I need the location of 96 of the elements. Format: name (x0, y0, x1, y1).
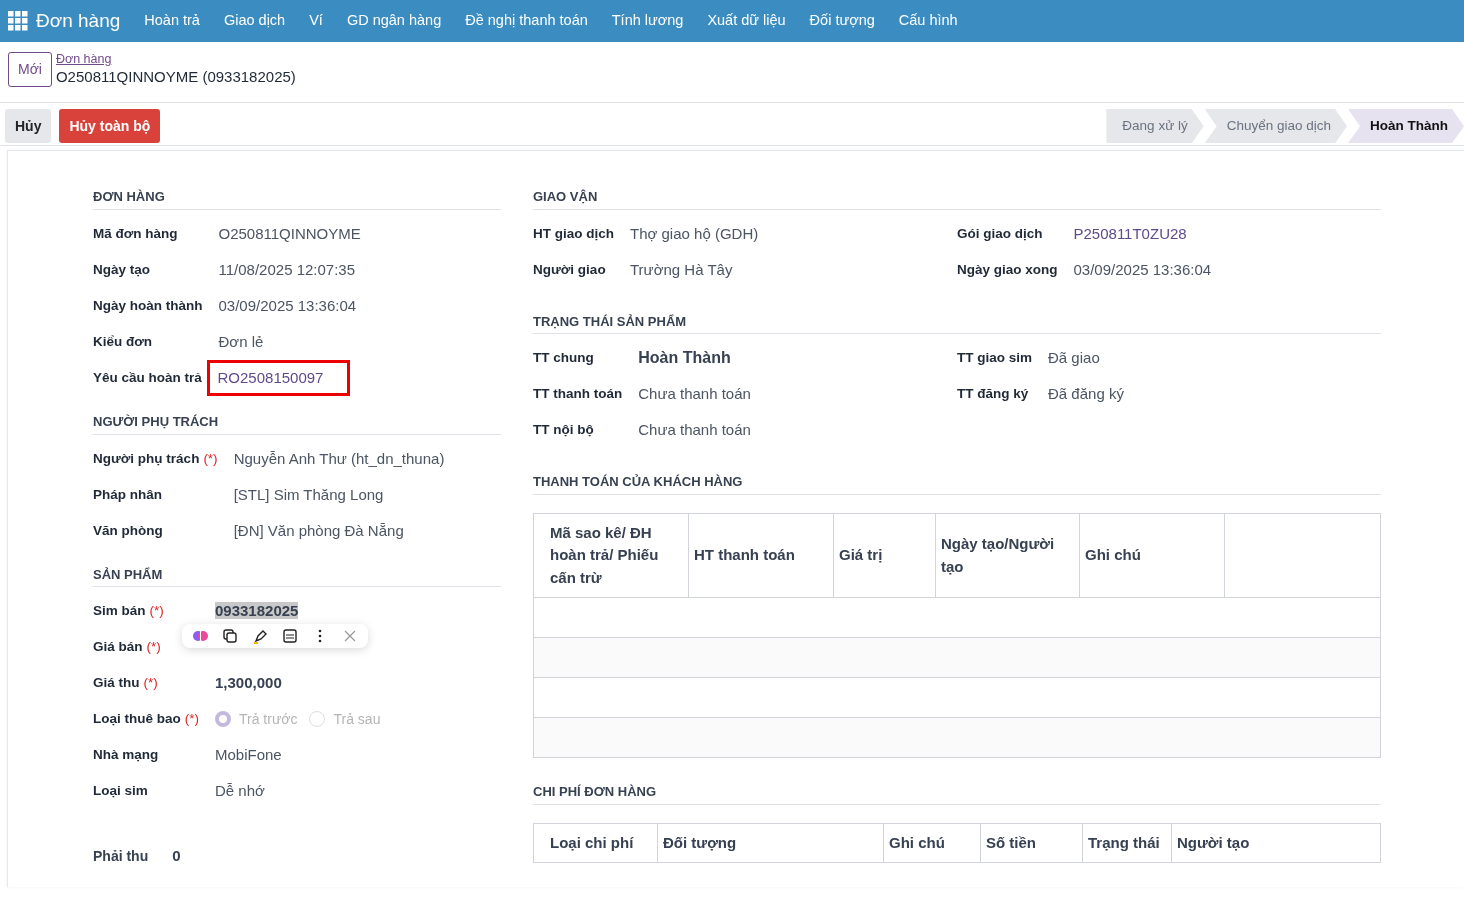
column-header: Số tiền (980, 823, 1083, 863)
brain-icon[interactable] (192, 628, 208, 644)
field-value: Hoàn Thành (638, 349, 731, 367)
field-value: 0 (172, 846, 181, 867)
field-value: Dễ nhớ (215, 782, 265, 799)
field-value: 03/09/2025 13:36:04 (1073, 260, 1212, 278)
section-title: CHI PHÍ ĐƠN HÀNG (533, 782, 1381, 805)
field-label: Nhà mạng (93, 746, 159, 765)
menu-item[interactable]: Cấu hình (898, 10, 958, 32)
required-marker: (*) (184, 710, 199, 729)
field-label: Người giao (533, 260, 606, 279)
field-label: Yêu cầu hoàn trả (93, 368, 202, 387)
menu-item[interactable]: Ví (309, 10, 323, 32)
field-value: Thợ giao hộ (GDH) (630, 224, 759, 242)
field-value: 03/09/2025 13:36:04 (218, 296, 357, 314)
field-value: Nguyễn Anh Thư (ht_dn_thuna) (233, 449, 445, 467)
field-label: Loại sim (93, 782, 148, 801)
field-label: TT đăng ký (957, 385, 1029, 404)
section-title: THANH TOÁN CỦA KHÁCH HÀNG (533, 472, 1381, 495)
field-label: Người phụ trách (93, 449, 200, 468)
field-label: Văn phòng (93, 521, 163, 540)
field-value: O250811QINNOYME (218, 224, 361, 242)
column-header: Giá trị (833, 513, 936, 598)
field-value: Chưa thanh toán (638, 421, 751, 438)
field-label: Ngày hoàn thành (93, 296, 203, 315)
field-link[interactable]: RO2508150097 (206, 359, 351, 397)
column-header: HT thanh toán (688, 513, 834, 598)
field-value: Đã giao (1048, 349, 1100, 366)
column-header: Ghi chú (883, 823, 981, 863)
field-value: Đã đăng ký (1048, 385, 1124, 402)
section-title: NGƯỜI PHỤ TRÁCH (93, 412, 501, 435)
field-label: TT giao sim (957, 349, 1032, 368)
note-icon[interactable] (282, 628, 298, 644)
status-stage[interactable]: Chuyển giao dịch (1204, 109, 1347, 144)
field-label: TT chung (533, 349, 594, 368)
menu-item[interactable]: Đối tượng (809, 10, 875, 32)
section-title: GIAO VẬN (533, 187, 1381, 210)
column-header: Mã sao kê/ ĐH hoàn trả/ Phiếu cấn trừ (533, 513, 689, 598)
field-value: 1,300,000 (215, 674, 282, 691)
apps-menu-icon[interactable] (8, 11, 28, 31)
radio-label: Trả sau (333, 709, 381, 729)
radio-button[interactable] (215, 711, 231, 728)
field-value: Chưa thanh toán (638, 385, 751, 402)
field-value: [STL] Sim Thăng Long (233, 485, 384, 503)
column-header: Ghi chú (1079, 513, 1225, 598)
column-header: Ngày tạo/Người tạo (935, 513, 1080, 598)
required-marker: (*) (203, 449, 218, 468)
field-label: Phải thu (93, 847, 149, 866)
required-marker: (*) (143, 674, 158, 693)
field-label: TT thanh toán (533, 385, 623, 404)
close-icon[interactable] (342, 628, 358, 644)
section-title: ĐƠN HÀNG (93, 187, 501, 210)
section-title: SẢN PHẨM (93, 564, 501, 588)
field-link[interactable]: P250811T0ZU28 (1073, 224, 1187, 242)
field-label: Giá bán (93, 638, 143, 657)
field-value: 11/08/2025 12:07:35 (218, 260, 356, 278)
menu-item[interactable]: Xuất dữ liệu (707, 10, 786, 32)
column-header: Đối tượng (657, 823, 884, 863)
radio-label: Trả trước (239, 709, 298, 729)
app-title[interactable]: Đơn hàng (36, 6, 121, 36)
field-value: [ĐN] Văn phòng Đà Nẵng (233, 521, 404, 539)
field-value: 0933182025 (215, 602, 299, 619)
field-label: Pháp nhân (93, 485, 162, 504)
new-button[interactable]: Mới (8, 52, 52, 87)
menu-item[interactable]: GD ngân hàng (346, 10, 442, 32)
menu-item[interactable]: Giao dịch (223, 10, 286, 32)
copy-icon[interactable] (222, 628, 238, 644)
record-title: O250811QINNOYME (0933182025) (55, 67, 296, 87)
field-label: Giá thu (93, 674, 140, 693)
field-label: Sim bán (93, 602, 146, 621)
field-label: TT nội bộ (533, 421, 594, 440)
status-stage[interactable]: Hoàn Thành (1348, 109, 1464, 144)
breadcrumb-link[interactable]: Đơn hàng (55, 52, 296, 67)
field-label: Kiểu đơn (93, 332, 153, 351)
field-label: HT giao dịch (533, 224, 614, 243)
required-marker: (*) (149, 602, 164, 621)
status-stage[interactable]: Đang xử lý (1106, 109, 1204, 144)
field-value: MobiFone (215, 746, 282, 763)
field-label: Mã đơn hàng (93, 224, 178, 243)
action-button[interactable]: Hủy toàn bộ (59, 109, 161, 144)
field-label: Gói giao dịch (957, 224, 1043, 243)
field-value: Đơn lẻ (218, 332, 264, 350)
field-value: Trường Hà Tây (630, 260, 733, 278)
field-label: Ngày tạo (93, 260, 150, 279)
column-header: Loại chi phí (533, 823, 658, 863)
menu-item[interactable]: Đề nghị thanh toán (465, 10, 588, 32)
field-label: Ngày giao xong (957, 260, 1058, 279)
field-label: Loại thuê bao (93, 710, 181, 729)
menu-item[interactable]: Hoàn trả (144, 10, 200, 32)
highlighter-icon[interactable] (252, 628, 268, 644)
menu-item[interactable]: Tính lương (611, 10, 684, 32)
column-header: Trạng thái (1082, 823, 1172, 863)
action-button[interactable]: Hủy (5, 109, 52, 144)
column-header: Người tạo (1171, 823, 1381, 863)
required-marker: (*) (146, 638, 161, 657)
section-title: TRẠNG THÁI SẢN PHẨM (533, 311, 1381, 335)
